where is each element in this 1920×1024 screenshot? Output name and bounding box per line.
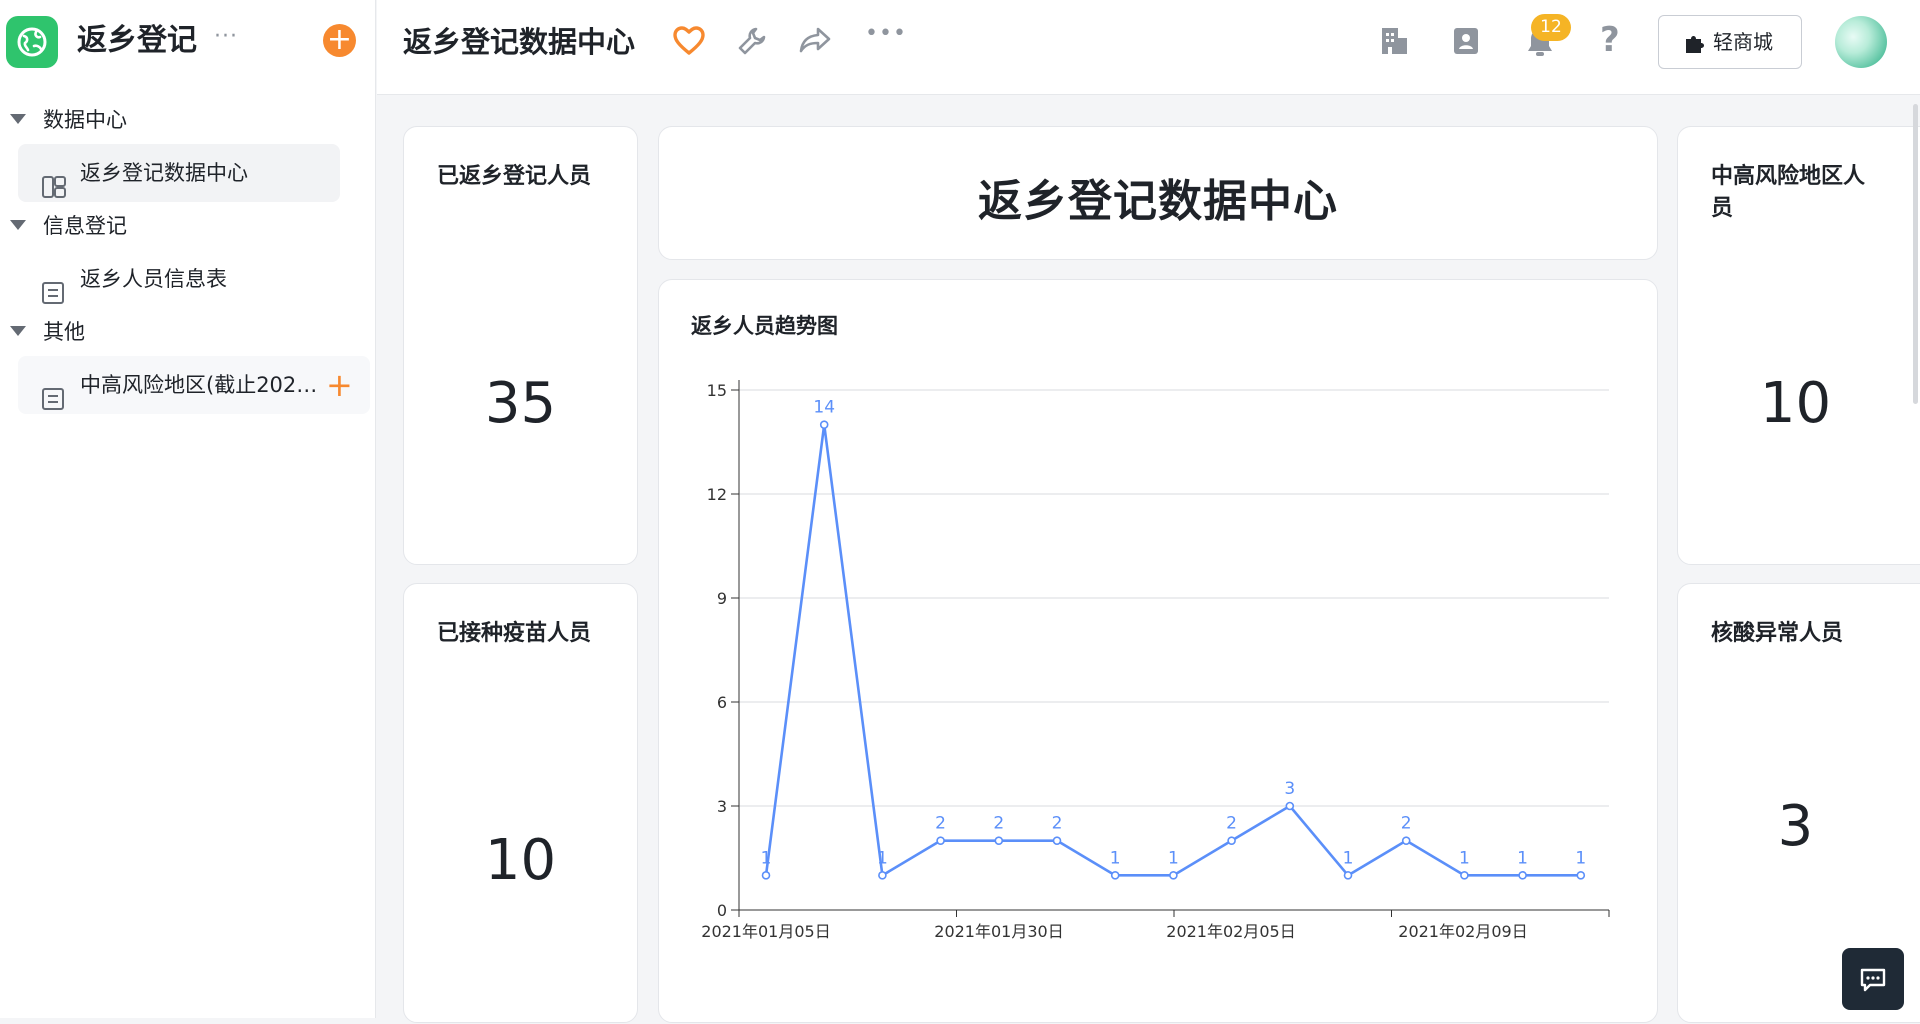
data-label: 1	[1517, 848, 1528, 868]
data-point	[1227, 836, 1236, 845]
share-icon[interactable]	[799, 26, 831, 58]
group-label: 其他	[43, 320, 85, 344]
vaccinated-card: 已接种疫苗人员 10	[403, 583, 638, 1023]
data-point	[1110, 871, 1120, 880]
card-label: 核酸异常人员	[1711, 621, 1844, 646]
sidebar-group-other[interactable]: 其他	[0, 308, 376, 356]
data-label: 1	[877, 848, 888, 868]
page-title: 返乡登记数据中心	[403, 25, 636, 59]
data-label: 2	[1226, 814, 1237, 834]
data-label: 1	[1575, 848, 1586, 868]
sidebar: 返乡登记 ··· + 数据中心 返乡登记数据中心 信息登记 返乡人员信息表 其他…	[0, 0, 376, 1018]
sidebar-item-label: 返乡登记数据中心	[80, 161, 248, 185]
data-label: 2	[1401, 814, 1412, 834]
banner-title: 返乡登记数据中心	[978, 176, 1338, 227]
sidebar-item-data-center[interactable]: 返乡登记数据中心	[18, 144, 340, 202]
data-label: 1	[1459, 848, 1470, 868]
card-value: 3	[1777, 794, 1814, 859]
notification-badge: 12	[1531, 14, 1571, 41]
y-tick-label: 6	[717, 693, 727, 712]
caret-down-icon	[10, 114, 26, 124]
y-tick-label: 9	[717, 589, 727, 608]
data-point	[1460, 871, 1469, 880]
sidebar-item-label: 中高风险地区(截止2021年01月01日)	[80, 373, 318, 397]
y-tick-label: 12	[707, 485, 727, 504]
card-label: 已返乡登记人员	[437, 164, 592, 189]
data-point	[1285, 801, 1295, 811]
data-label: 1	[1343, 848, 1354, 868]
sidebar-nav: 数据中心 返乡登记数据中心 信息登记 返乡人员信息表 其他 中高风险地区(截止2…	[0, 96, 376, 414]
card-label: 已接种疫苗人员	[437, 621, 592, 646]
card-label: 中高风险地区人员	[1711, 164, 1866, 221]
chat-button[interactable]	[1842, 948, 1904, 1010]
caret-down-icon	[10, 326, 26, 336]
data-point	[994, 836, 1004, 845]
x-tick-label: 2021年01月30日	[934, 922, 1063, 941]
x-tick-label: 2021年02月05日	[1166, 922, 1295, 941]
data-point	[1052, 836, 1062, 845]
scrollbar[interactable]	[1913, 104, 1918, 404]
data-point	[1343, 871, 1353, 880]
heart-icon[interactable]	[673, 26, 705, 60]
y-tick-label: 0	[717, 901, 727, 920]
x-tick-label: 2021年02月09日	[1398, 922, 1527, 941]
data-label: 2	[1052, 814, 1063, 834]
topbar: 返乡登记数据中心 ••• 12 ? 轻商城	[377, 0, 1920, 95]
app-header: 返乡登记 ··· +	[0, 0, 376, 84]
building-icon[interactable]	[1379, 26, 1409, 60]
data-point	[878, 871, 887, 880]
data-point	[1169, 871, 1178, 880]
returned-card: 已返乡登记人员 35	[403, 126, 638, 565]
form-icon	[42, 374, 64, 432]
group-label: 信息登记	[43, 214, 127, 238]
data-label: 2	[993, 814, 1004, 834]
avatar[interactable]	[1835, 16, 1887, 68]
trend-chart: 036912152021年01月05日 2021年01月30日 2021年02月05…	[701, 380, 1610, 941]
wrench-icon[interactable]	[737, 26, 767, 60]
app-title: 返乡登记	[77, 23, 197, 58]
mall-button[interactable]: 轻商城	[1658, 15, 1802, 69]
y-tick-label: 15	[707, 381, 727, 400]
card-value: 35	[484, 371, 557, 436]
data-point	[1401, 836, 1411, 845]
data-label: 14	[813, 398, 835, 418]
data-label: 1	[1168, 848, 1179, 868]
sidebar-group-registration[interactable]: 信息登记	[0, 202, 376, 250]
data-point	[1576, 871, 1586, 880]
chat-icon	[1860, 968, 1886, 992]
y-tick-label: 3	[717, 797, 727, 816]
data-label: 1	[761, 848, 772, 868]
sidebar-item-returnee-form[interactable]: 返乡人员信息表	[18, 250, 340, 308]
add-item-button[interactable]: +	[323, 24, 356, 57]
sidebar-group-data-center[interactable]: 数据中心	[0, 96, 376, 144]
series-line	[764, 423, 1581, 877]
sidebar-item-label: 返乡人员信息表	[80, 267, 227, 291]
data-point	[1518, 871, 1527, 880]
data-label: 3	[1284, 779, 1295, 799]
app-more-icon[interactable]: ···	[214, 24, 238, 49]
banner-card: 返乡登记数据中心	[658, 126, 1658, 260]
risk-area-card: 中高风险地区人员 10	[1677, 126, 1920, 565]
group-label: 数据中心	[43, 108, 127, 132]
card-value: 10	[484, 828, 557, 893]
data-label: 2	[935, 814, 946, 834]
add-subitem-button[interactable]: +	[326, 356, 353, 414]
data-label: 1	[1110, 848, 1121, 868]
help-icon[interactable]: ?	[1600, 20, 1620, 60]
more-icon[interactable]: •••	[865, 21, 907, 46]
x-tick-label: 2021年01月05日	[701, 922, 830, 941]
chart-card: 返乡人员趋势图 0 3 6 9 12 15 2021年01月05日 2021年01月30日 20…	[658, 279, 1658, 1023]
contacts-icon[interactable]	[1452, 26, 1480, 60]
app-globe-icon[interactable]	[6, 16, 58, 68]
sidebar-item-risk-areas[interactable]: 中高风险地区(截止2021年01月01日) +	[18, 356, 370, 414]
caret-down-icon	[10, 220, 26, 230]
data-point	[936, 836, 945, 845]
puzzle-icon	[1686, 36, 1704, 53]
card-value: 10	[1759, 371, 1832, 436]
data-point	[819, 420, 829, 429]
mall-button-label: 轻商城	[1713, 30, 1773, 54]
data-point	[761, 871, 771, 880]
